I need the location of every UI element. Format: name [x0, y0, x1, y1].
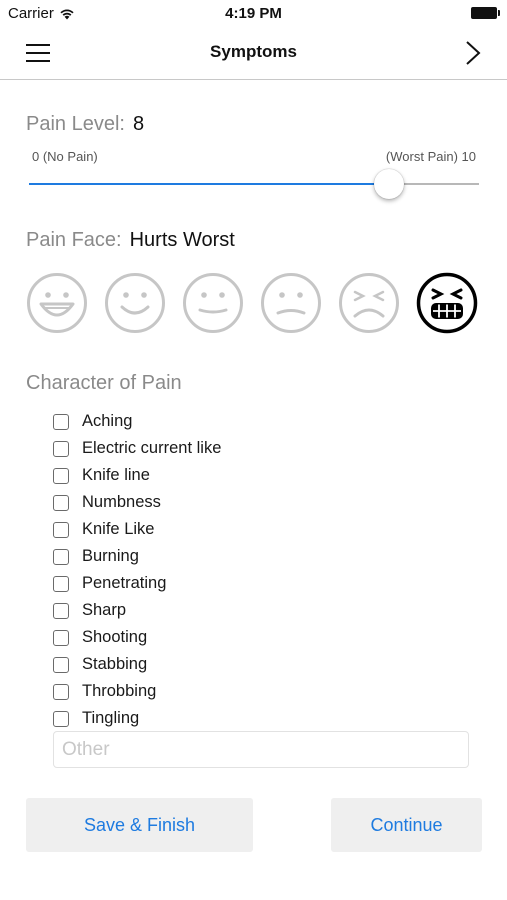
scale-min-label: 0 (No Pain): [32, 149, 98, 164]
checkbox[interactable]: [53, 467, 69, 484]
status-time: 4:19 PM: [225, 5, 282, 22]
status-bar: Carrier 4:19 PM: [0, 0, 507, 28]
checkbox-label: Sharp: [82, 601, 127, 619]
face-hurts-whole-lot-icon[interactable]: [338, 272, 400, 334]
pain-face-value: Hurts Worst: [129, 229, 235, 251]
slider-thumb[interactable]: [374, 169, 404, 199]
pain-level-label: Pain Level:: [26, 113, 125, 135]
checkbox-row[interactable]: Tingling: [53, 705, 453, 732]
face-hurts-little-more-icon[interactable]: [182, 272, 244, 334]
checkbox-row[interactable]: Sharp: [53, 597, 453, 624]
checkbox[interactable]: [53, 440, 69, 457]
pain-face-selector: [26, 272, 480, 334]
pain-level-slider[interactable]: [29, 169, 479, 199]
face-hurts-little-bit-icon[interactable]: [104, 272, 166, 334]
checkbox[interactable]: [53, 602, 69, 619]
checkbox-label: Knife Like: [82, 520, 155, 538]
character-of-pain-heading: Character of Pain: [26, 372, 182, 394]
checkbox-label: Aching: [82, 412, 133, 430]
other-pain-input[interactable]: [53, 731, 469, 768]
checkbox-label: Shooting: [82, 628, 148, 646]
scale-max-label: (Worst Pain) 10: [385, 149, 476, 164]
navigation-bar: Symptoms: [0, 28, 507, 80]
pain-level-heading: Pain Level: 8: [26, 113, 144, 136]
checkbox-row[interactable]: Electric current like: [53, 435, 453, 462]
checkbox-label: Tingling: [82, 709, 140, 727]
checkbox-row[interactable]: Throbbing: [53, 678, 453, 705]
checkbox[interactable]: [53, 521, 69, 538]
checkbox-row[interactable]: Stabbing: [53, 651, 453, 678]
checkbox[interactable]: [53, 413, 69, 430]
checkbox-label: Numbness: [82, 493, 161, 511]
pain-face-heading: Pain Face: Hurts Worst: [26, 229, 235, 252]
checkbox[interactable]: [53, 656, 69, 673]
face-hurts-worst-icon[interactable]: [416, 272, 478, 334]
slider-fill: [29, 183, 389, 185]
checkbox-label: Knife line: [82, 466, 150, 484]
save-finish-button[interactable]: Save & Finish: [26, 798, 253, 852]
checkbox-row[interactable]: Shooting: [53, 624, 453, 651]
checkbox[interactable]: [53, 494, 69, 511]
checkbox-label: Throbbing: [82, 682, 157, 700]
checkbox[interactable]: [53, 575, 69, 592]
checkbox-row[interactable]: Knife Like: [53, 516, 453, 543]
page-title: Symptoms: [210, 42, 297, 61]
checkbox-row[interactable]: Knife line: [53, 462, 453, 489]
battery-icon: [471, 7, 500, 19]
checkbox-label: Burning: [82, 547, 139, 565]
face-hurts-even-more-icon[interactable]: [260, 272, 322, 334]
checkbox[interactable]: [53, 548, 69, 565]
checkbox-row[interactable]: Numbness: [53, 489, 453, 516]
checkbox[interactable]: [53, 629, 69, 646]
character-checklist: Aching Electric current like Knife line Num…: [53, 408, 453, 732]
checkbox[interactable]: [53, 683, 69, 700]
checkbox-label: Penetrating: [82, 574, 167, 592]
checkbox-label: Electric current like: [82, 439, 222, 457]
checkbox-row[interactable]: Aching: [53, 408, 453, 435]
checkbox[interactable]: [53, 710, 69, 727]
checkbox-row[interactable]: Burning: [53, 543, 453, 570]
checkbox-label: Stabbing: [82, 655, 148, 673]
pain-face-label: Pain Face:: [26, 229, 122, 251]
checkbox-row[interactable]: Penetrating: [53, 570, 453, 597]
chevron-right-icon[interactable]: [459, 38, 485, 68]
pain-level-value: 8: [132, 113, 145, 135]
face-no-hurt-icon[interactable]: [26, 272, 88, 334]
continue-button[interactable]: Continue: [331, 798, 482, 852]
